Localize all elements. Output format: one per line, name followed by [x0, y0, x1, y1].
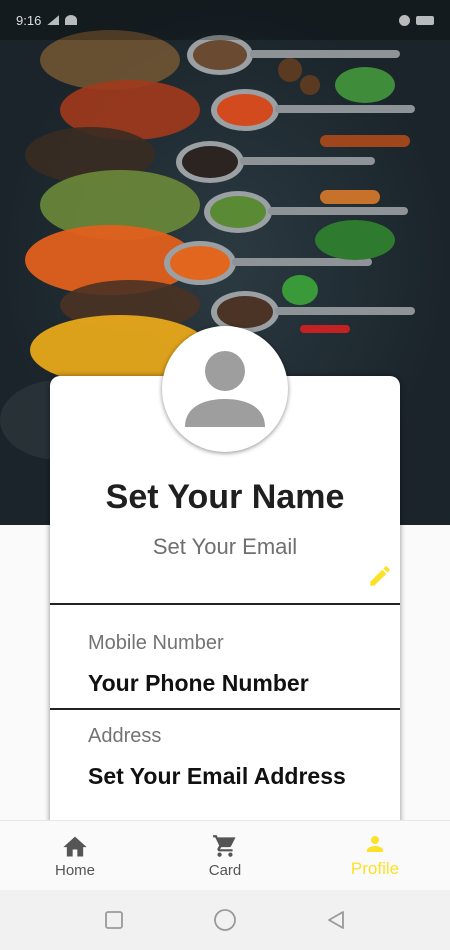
nav-profile[interactable]: Profile — [300, 821, 450, 890]
nav-card-label: Card — [208, 861, 242, 879]
nav-home[interactable]: Home — [0, 821, 150, 890]
back-triangle-icon[interactable] — [325, 909, 347, 931]
battery-icon — [416, 15, 434, 25]
system-navigation-bar — [0, 890, 450, 950]
cart-icon — [213, 834, 236, 857]
divider — [50, 603, 400, 605]
profile-email: Set Your Email — [152, 534, 298, 559]
address-label: Address — [88, 725, 162, 747]
bottom-navigation: Home Card Profile — [0, 820, 450, 890]
profile-name: Set Your Name — [105, 478, 345, 516]
mobile-number-value[interactable]: Your Phone Number — [88, 670, 309, 697]
avatar[interactable] — [162, 326, 288, 452]
signal-icon — [47, 15, 60, 25]
nav-profile-label: Profile — [350, 859, 400, 878]
divider — [50, 708, 400, 710]
recents-square-icon[interactable] — [103, 909, 125, 931]
nav-card[interactable]: Card — [150, 821, 300, 890]
status-time: 9:16 — [16, 12, 42, 28]
alarm-icon — [399, 14, 410, 26]
edit-profile-button[interactable] — [366, 562, 394, 590]
home-icon — [63, 836, 87, 856]
status-bar: 9:16 — [0, 0, 450, 40]
person-placeholder-icon — [185, 351, 265, 427]
home-circle-icon[interactable] — [212, 907, 238, 933]
mobile-number-label: Mobile Number — [88, 632, 224, 654]
address-value[interactable]: Set Your Email Address — [88, 763, 346, 790]
pencil-icon — [370, 566, 390, 586]
wifi-icon — [65, 15, 78, 25]
nav-home-label: Home — [54, 861, 95, 879]
person-icon — [367, 836, 383, 852]
